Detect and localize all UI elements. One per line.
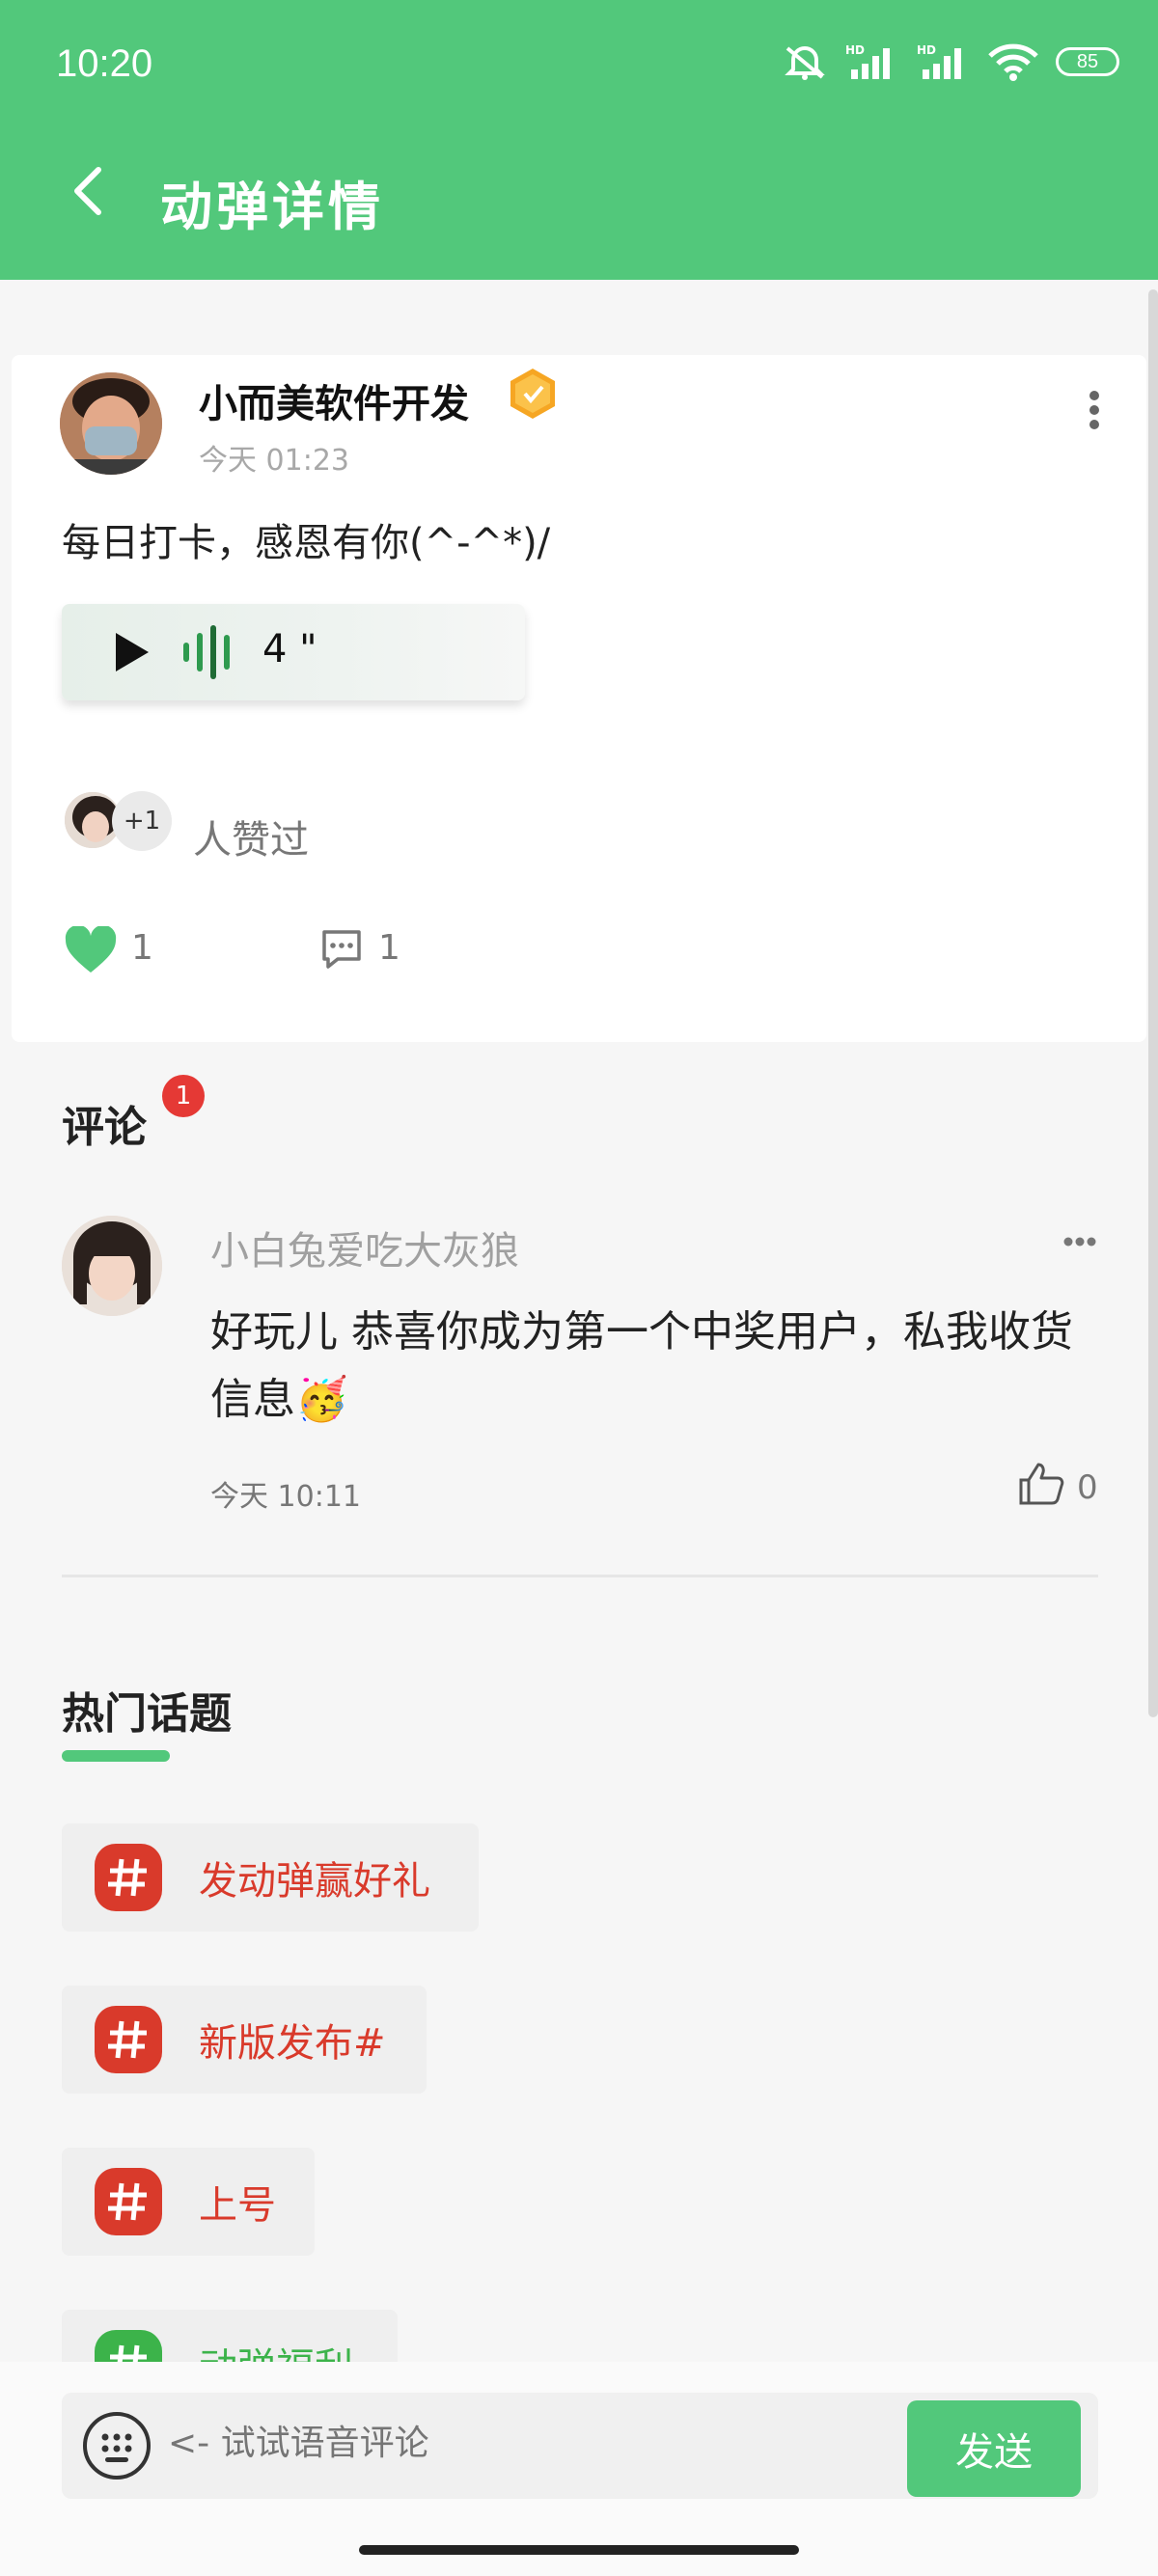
comment-count-badge: 1 (162, 1075, 205, 1117)
likers-more-badge[interactable]: +1 (112, 791, 172, 851)
commenter-name[interactable]: 小白兔爱吃大灰狼 (210, 1219, 519, 1275)
wifi-icon (988, 43, 1038, 81)
play-icon[interactable] (112, 631, 151, 673)
comment-like-count: 0 (1077, 1468, 1098, 1507)
comment-more-icon[interactable] (1063, 1237, 1096, 1247)
topic-label: 发动弹赢好礼 (199, 1859, 430, 1904)
post-card: 小而美软件开发 今天 01:23 每日打卡，感恩有你(^-^*)/ 4 " +1… (12, 355, 1146, 1042)
like-count: 1 (131, 928, 153, 968)
hot-topics-title: 热门话题 (62, 1689, 232, 1739)
post-text: 每日打卡，感恩有你(^-^*)/ (62, 521, 551, 565)
verified-badge-icon (510, 369, 555, 419)
comment-time: 今天 10:11 (210, 1480, 361, 1514)
hashtag-icon (95, 1844, 162, 1911)
likers-text[interactable]: 人赞过 (193, 808, 309, 864)
voice-duration: 4 " (262, 627, 317, 671)
hot-topics-underline (62, 1750, 170, 1762)
author-avatar[interactable] (60, 372, 162, 475)
heart-icon[interactable] (64, 926, 118, 974)
voice-message-player[interactable]: 4 " (62, 604, 525, 700)
status-icons: HD HD 85 (782, 42, 1119, 81)
signal-icon-1: HD (845, 43, 890, 79)
topic-chip[interactable]: 新版发布# (62, 1986, 427, 2094)
page-title: 动弹详情 (160, 177, 384, 237)
comment-text: 好玩儿 恭喜你成为第一个中奖用户，私我收货信息🥳 (210, 1307, 1073, 1424)
send-button[interactable]: 发送 (907, 2400, 1081, 2497)
commenter-avatar[interactable] (62, 1216, 162, 1316)
comment-input-container: 发送 (62, 2393, 1098, 2499)
comment-icon[interactable] (318, 926, 365, 973)
back-arrow-icon[interactable] (69, 162, 108, 220)
author-name[interactable]: 小而美软件开发 (199, 372, 469, 428)
svg-text:HD: HD (845, 43, 865, 57)
post-time: 今天 01:23 (199, 444, 349, 478)
svg-text:HD: HD (917, 43, 936, 57)
voice-wave-icon (183, 625, 230, 679)
battery-indicator: 85 (1056, 47, 1119, 76)
comments-title: 评论 (62, 1103, 147, 1152)
topic-chip[interactable]: 发动弹赢好礼 (62, 1823, 479, 1932)
topic-chip[interactable]: 上号 (62, 2148, 315, 2256)
comment-count: 1 (378, 928, 400, 968)
signal-icon-2: HD (917, 43, 961, 79)
home-indicator[interactable] (359, 2545, 799, 2555)
app-header: 10:20 HD HD 85 动弹详情 (0, 0, 1158, 280)
comment-input-bar: 发送 (0, 2362, 1158, 2576)
thumbs-up-icon[interactable] (1017, 1461, 1065, 1507)
hashtag-icon (95, 2006, 162, 2073)
status-time: 10:20 (56, 42, 153, 85)
more-options-icon[interactable] (1089, 390, 1100, 430)
keyboard-icon[interactable] (81, 2410, 152, 2481)
topic-label: 上号 (199, 2183, 276, 2228)
comment-input[interactable] (168, 2424, 843, 2463)
topic-label: 新版发布# (199, 2021, 386, 2066)
divider (62, 1575, 1098, 1577)
mute-icon (785, 46, 825, 80)
scrollbar[interactable] (1148, 289, 1158, 1717)
hashtag-icon (95, 2168, 162, 2235)
